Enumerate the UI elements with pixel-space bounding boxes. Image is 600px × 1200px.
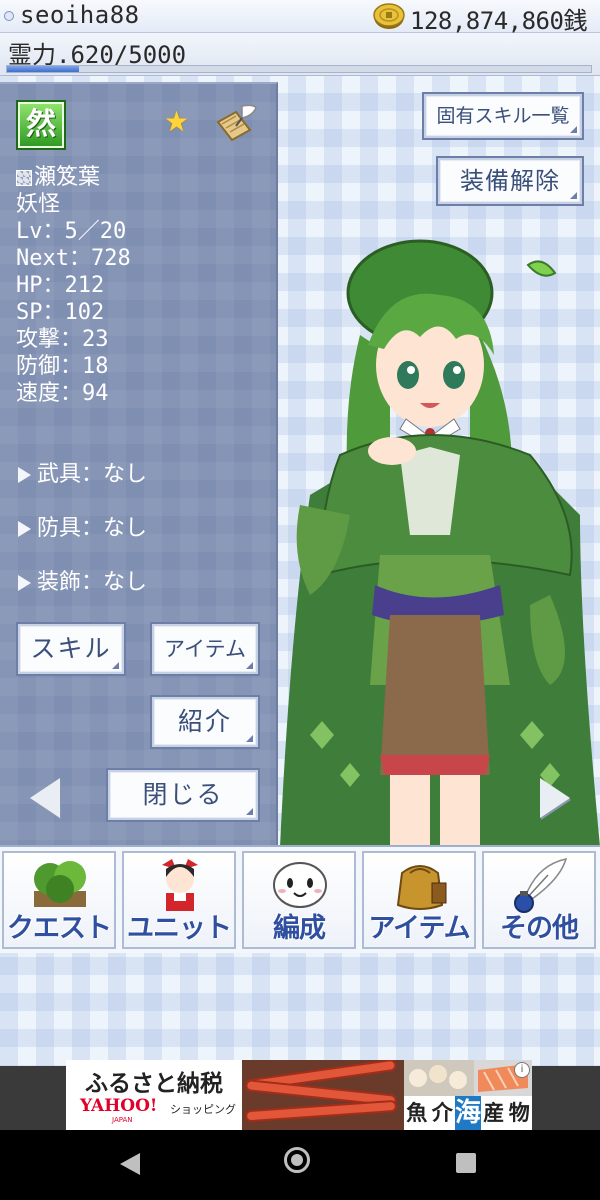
nav-other[interactable]: その他 [482, 851, 596, 949]
equip-accessory-label: 装飾：なし [37, 570, 148, 595]
ad-seafood-text: 魚 介 海 産 物 [404, 1096, 532, 1130]
equip-armor-label: 防具：なし [37, 516, 148, 541]
stat-sp: SP：102 [16, 300, 105, 325]
ad-brand: YAHOO! [80, 1096, 158, 1116]
spirit-power-fill [7, 66, 80, 72]
nav-unit[interactable]: ユニット [122, 851, 236, 949]
spirit-power-bar: 霊力.620/5000 [0, 33, 600, 76]
ad-info-icon[interactable]: i [514, 1062, 530, 1078]
scallop-image [404, 1060, 474, 1096]
prev-unit-arrow[interactable] [30, 778, 60, 818]
intro-button[interactable]: 紹介 [152, 697, 258, 747]
attribute-badge: 然 [18, 102, 64, 148]
status-dot-icon [4, 11, 14, 21]
triangle-icon [18, 575, 31, 591]
item-button[interactable]: アイテム [152, 624, 258, 674]
equip-weapon[interactable]: 武具：なし [18, 456, 147, 488]
stat-level: Lv：5／20 [16, 219, 127, 244]
recent-apps-icon[interactable] [456, 1153, 476, 1173]
ad-seafood-char: 産 [483, 1100, 505, 1125]
triangle-icon [18, 467, 31, 483]
nav-formation-label: 編成 [273, 913, 326, 944]
money-counter: 128,874,860銭 [410, 7, 587, 35]
ad-seafood-char-highlight: 海 [455, 1096, 482, 1130]
ad-banner[interactable]: ふるさと納税 YAHOO! JAPAN ショッピング i 魚 介 海 産 物 [66, 1060, 532, 1130]
spirit-power-track [6, 65, 592, 73]
character-race: 妖怪 [16, 192, 61, 217]
nav-item[interactable]: アイテム [362, 851, 476, 949]
stat-defense: 防御：18 [16, 354, 109, 379]
nav-other-label: その他 [500, 913, 579, 944]
ad-brand-sub: JAPAN [112, 1116, 133, 1124]
stat-next: Next：728 [16, 246, 131, 271]
next-unit-arrow[interactable] [540, 778, 570, 818]
nav-quest[interactable]: クエスト [2, 851, 116, 949]
stat-attack: 攻撃：23 [16, 327, 109, 352]
stat-speed: 速度：94 [16, 381, 109, 406]
ad-seafood-char: 物 [508, 1100, 530, 1125]
nav-unit-label: ユニット [127, 913, 232, 944]
ad-title: ふるさと納税 [85, 1071, 223, 1097]
stat-hp: HP：212 [16, 273, 105, 298]
android-nav-bar [0, 1130, 600, 1200]
top-status-bar: seoiha88 128,874,860銭 [0, 0, 600, 35]
skill-button[interactable]: スキル [18, 624, 124, 674]
scroll-quill-icon[interactable] [212, 102, 258, 146]
ad-seafood-char: 魚 [406, 1100, 428, 1125]
equip-accessory[interactable]: 装飾：なし [18, 564, 147, 596]
equip-armor[interactable]: 防具：なし [18, 510, 147, 542]
unequip-button[interactable]: 装備解除 [438, 158, 582, 204]
back-icon[interactable] [120, 1153, 140, 1175]
character-name-row: 瀬笈葉 [16, 164, 131, 191]
character-stats: 瀬笈葉 妖怪 Lv：5／20 Next：728 HP：212 SP：102 攻撃… [16, 164, 131, 407]
unique-skills-button[interactable]: 固有スキル一覧 [424, 94, 582, 138]
coin-icon [373, 3, 405, 29]
ad-shopping-label: ショッピング [170, 1103, 236, 1116]
nav-quest-label: クエスト [7, 913, 112, 944]
ad-seafood-char: 介 [431, 1100, 453, 1125]
close-button[interactable]: 閉じる [108, 770, 258, 820]
nav-formation[interactable]: 編成 [242, 851, 356, 949]
equip-weapon-label: 武具：なし [37, 462, 148, 487]
character-name: 瀬笈葉 [34, 165, 101, 190]
name-mark-icon [16, 170, 32, 186]
nav-item-label: アイテム [368, 913, 470, 944]
character-portrait [280, 239, 600, 847]
triangle-icon [18, 521, 31, 537]
bottom-nav: クエスト ユニット 編成 アイテム その他 [0, 845, 600, 953]
crab-image [242, 1060, 404, 1130]
username: seoiha88 [20, 1, 140, 29]
home-icon[interactable] [284, 1147, 310, 1173]
star-icon: ★ [164, 105, 190, 138]
